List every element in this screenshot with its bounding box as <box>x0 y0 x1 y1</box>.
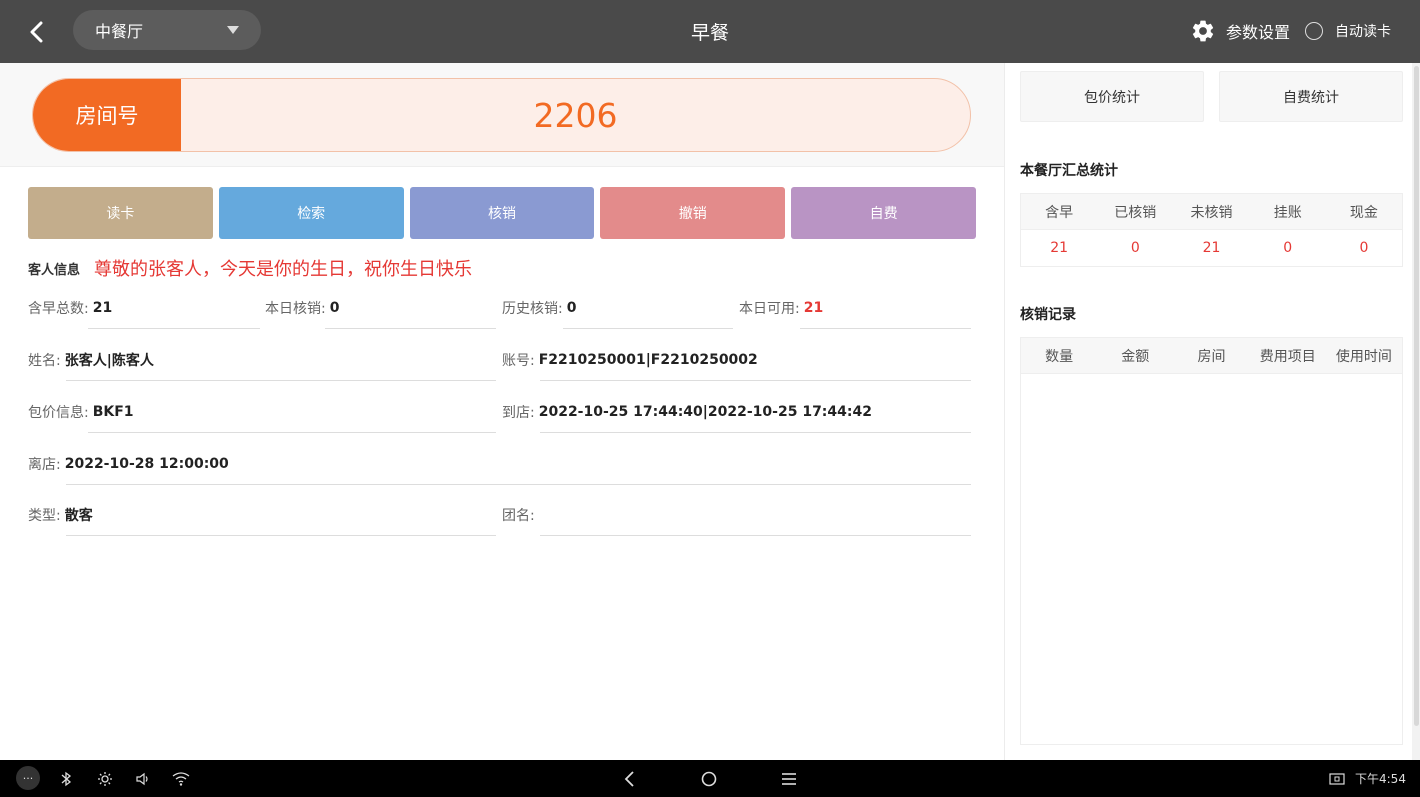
departure-field: 离店: 2022-10-28 12:00:00 <box>28 456 229 473</box>
settings-button[interactable]: 参数设置 <box>1190 17 1290 45</box>
summary-value-cell: 21 <box>1202 240 1221 256</box>
back-button[interactable] <box>18 14 54 50</box>
system-clock: 下午4:54 <box>1355 772 1406 786</box>
package-stats-button[interactable]: 包价统计 <box>1020 71 1204 122</box>
package-field: 包价信息: BKF1 <box>28 404 134 421</box>
more-button[interactable]: ··· <box>16 766 40 790</box>
nav-back-icon[interactable] <box>618 768 640 790</box>
type-field: 类型: 散客 <box>28 508 93 524</box>
venue-dropdown-value: 中餐厅 <box>95 22 144 41</box>
history-redeemed-field: 历史核销: 0 <box>502 300 577 317</box>
today-redeemed-field: 本日核销: 0 <box>265 300 340 317</box>
total-breakfast-field: 含早总数: 21 <box>28 300 113 317</box>
records-header-cell: 费用项目 <box>1259 348 1316 365</box>
guest-info-header: 客人信息 尊敬的张客人，今天是你的生日，祝你生日快乐 <box>28 253 472 283</box>
summary-header-cell: 现金 <box>1349 204 1378 221</box>
brightness-icon[interactable] <box>94 768 116 790</box>
records-header-cell: 使用时间 <box>1335 348 1392 365</box>
top-bar: 中餐厅 早餐 参数设置 自动读卡 <box>0 0 1420 63</box>
screen-icon[interactable] <box>1326 768 1348 790</box>
group-field: 团名: <box>502 508 535 524</box>
redeem-button[interactable]: 核销 <box>409 187 595 239</box>
summary-title: 本餐厅汇总统计 <box>1020 163 1118 179</box>
room-number-field[interactable]: 房间号 2206 <box>32 78 971 152</box>
right-panel: 包价统计 自费统计 本餐厅汇总统计 含早 已核销 未核销 挂账 现金 21 0 … <box>1005 63 1412 760</box>
summary-value-row: 21 0 21 0 0 <box>1021 230 1402 266</box>
summary-value-cell: 0 <box>1283 240 1293 256</box>
records-title: 核销记录 <box>1020 307 1076 323</box>
account-field: 账号: F2210250001|F2210250002 <box>502 352 758 369</box>
bluetooth-icon[interactable] <box>55 768 77 790</box>
gear-icon <box>1192 20 1214 42</box>
today-available-field: 本日可用: 21 <box>739 300 824 317</box>
left-panel: 房间号 2206 读卡 检索 核销 撤销 自费 客人信息 尊敬的张客人，今天是你… <box>0 63 1004 760</box>
scrollbar-thumb[interactable] <box>1414 66 1419 726</box>
summary-table: 含早 已核销 未核销 挂账 现金 21 0 21 0 0 <box>1020 193 1403 267</box>
chevron-left-icon <box>30 21 43 43</box>
summary-header-cell: 含早 <box>1045 204 1074 221</box>
action-bar: 读卡 检索 核销 撤销 自费 <box>28 187 976 239</box>
name-field: 姓名: 张客人|陈客人 <box>28 353 154 369</box>
summary-value-cell: 0 <box>1359 240 1369 256</box>
settings-label: 参数设置 <box>1226 23 1291 42</box>
summary-header-cell: 挂账 <box>1273 204 1302 221</box>
nav-menu-icon[interactable] <box>778 768 800 790</box>
read-card-button[interactable]: 读卡 <box>28 187 213 239</box>
search-button[interactable]: 检索 <box>218 187 404 239</box>
arrival-field: 到店: 2022-10-25 17:44:40|2022-10-25 17:44… <box>502 404 872 421</box>
nav-home-icon[interactable] <box>698 768 720 790</box>
revoke-button[interactable]: 撤销 <box>600 187 786 239</box>
room-number-value: 2206 <box>533 95 618 135</box>
summary-value-cell: 0 <box>1130 240 1140 256</box>
venue-dropdown[interactable]: 中餐厅 <box>73 10 261 50</box>
self-pay-button[interactable]: 自费 <box>791 187 976 239</box>
records-header-cell: 数量 <box>1045 348 1074 365</box>
birthday-greeting: 尊敬的张客人，今天是你的生日，祝你生日快乐 <box>94 259 473 280</box>
volume-icon[interactable] <box>132 768 154 790</box>
room-area: 房间号 2206 <box>0 63 1004 167</box>
records-table: 数量 金额 房间 费用项目 使用时间 <box>1020 337 1403 745</box>
radio-icon <box>1305 22 1323 40</box>
records-header-row: 数量 金额 房间 费用项目 使用时间 <box>1021 338 1402 374</box>
records-header-cell: 房间 <box>1197 348 1226 365</box>
room-number-label: 房间号 <box>33 79 181 151</box>
guest-info-label: 客人信息 <box>28 262 81 278</box>
system-nav-bar: ··· 下午4:54 <box>0 760 1420 797</box>
auto-read-label: 自动读卡 <box>1335 24 1391 40</box>
caret-down-icon <box>227 26 239 34</box>
records-header-cell: 金额 <box>1121 348 1150 365</box>
summary-header-row: 含早 已核销 未核销 挂账 现金 <box>1021 194 1402 230</box>
summary-header-cell: 已核销 <box>1114 204 1157 221</box>
summary-value-cell: 21 <box>1050 240 1069 256</box>
auto-read-toggle[interactable]: 自动读卡 <box>1305 19 1391 43</box>
summary-header-cell: 未核销 <box>1190 204 1233 221</box>
self-pay-stats-button[interactable]: 自费统计 <box>1219 71 1403 122</box>
wifi-icon[interactable] <box>170 768 192 790</box>
